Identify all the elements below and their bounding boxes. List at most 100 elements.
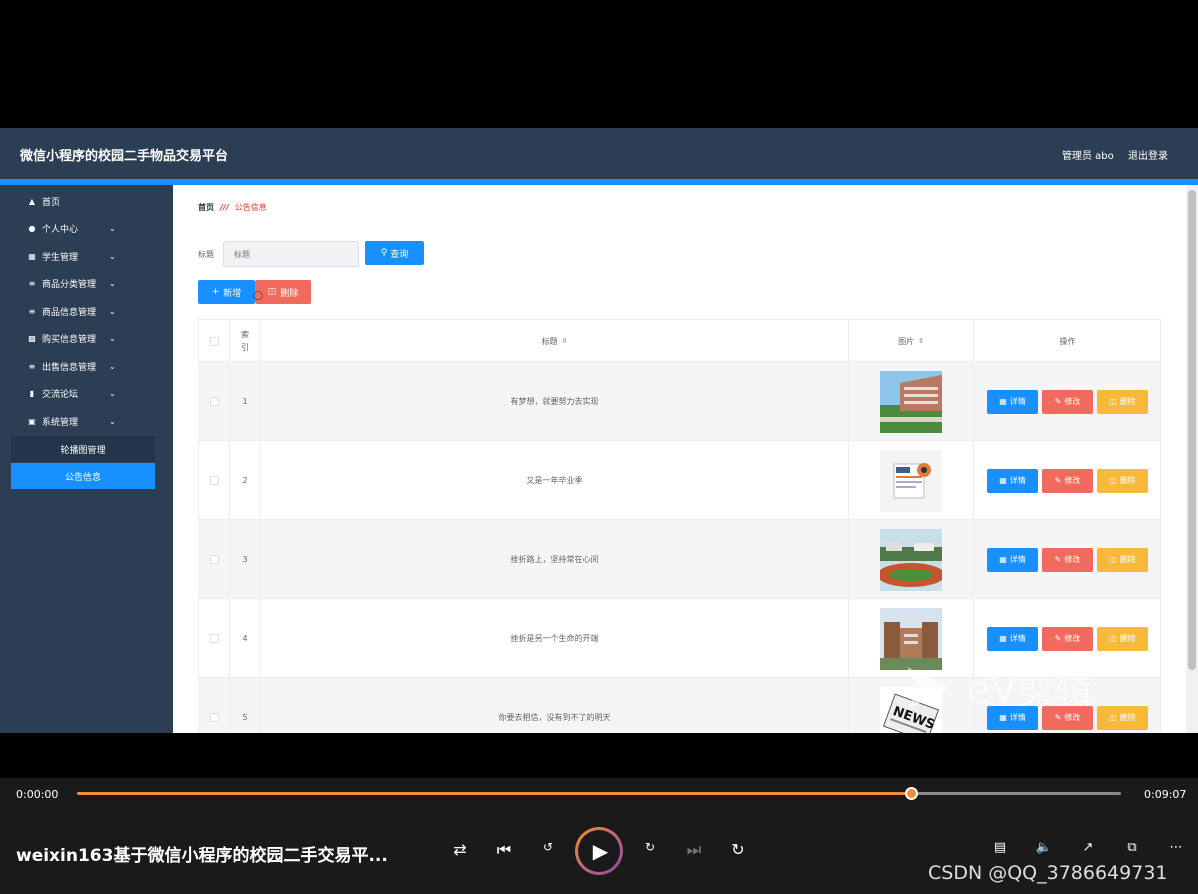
sort-icon[interactable]: ⇳ [562, 337, 568, 345]
header-image-label: 图片 [898, 336, 915, 346]
row-image-cell: NEWS [849, 678, 974, 733]
trash-icon: ◫ [1109, 634, 1117, 643]
sidebar-item-personal-center[interactable]: ● 个人中心 ⌄ [0, 215, 173, 242]
sidebar: ▲ 首页 ● 个人中心 ⌄ ▦ 学生管理 ⌄ ≡ 商品分类管理 ⌄ ≡ 商品信息… [0, 185, 173, 733]
list-icon: ≡ [28, 362, 36, 371]
row-checkbox[interactable] [209, 476, 219, 485]
rewind-10-icon[interactable]: ↺ [536, 840, 560, 854]
sidebar-item-categories[interactable]: ≡ 商品分类管理 ⌄ [0, 270, 173, 297]
sidebar-item-products[interactable]: ≡ 商品信息管理 ⌄ [0, 298, 173, 325]
sidebar-item-label: 购买信息管理 [42, 335, 97, 345]
detail-button[interactable]: ▦ 详情 [987, 468, 1038, 493]
table-row: 3 挫折路上，坚持常在心间 ▦ 详情 ✎ 修改 ◫ 删除 [199, 520, 1160, 599]
detail-button[interactable]: ▦ 详情 [987, 626, 1038, 651]
row-select-cell [199, 362, 230, 441]
add-button[interactable]: + 新增 [198, 280, 255, 304]
sidebar-item-label: 首页 [42, 198, 61, 208]
admin-app: 微信小程序的校园二手物品交易平台 管理员 abo 退出登录 ▲ 首页 ● 个人中… [0, 128, 1198, 733]
delete-label: 删除 [1119, 476, 1136, 485]
breadcrumb-home[interactable]: 首页 [198, 202, 214, 213]
sidebar-item-students[interactable]: ▦ 学生管理 ⌄ [0, 243, 173, 270]
table-row: 5 你要去相信，没有到不了的明天 NEWS ▦ 详情 ✎ 修改 ◫ 删除 [199, 678, 1160, 733]
row-checkbox[interactable] [209, 713, 219, 722]
sidebar-item-sales[interactable]: ≡ 出售信息管理 ⌄ [0, 353, 173, 380]
delete-button[interactable]: ◫ 删除 [1097, 468, 1148, 493]
delete-button[interactable]: ◫ 删除 [1097, 705, 1148, 730]
header-title[interactable]: 标题 ⇳ [261, 320, 849, 362]
row-image: NEWS [880, 686, 942, 733]
add-button-label: 新增 [223, 288, 242, 299]
captions-icon[interactable]: ▤ [988, 840, 1012, 855]
play-button[interactable]: ▶ [575, 827, 623, 875]
fullscreen-icon[interactable]: ↗ [1076, 840, 1100, 855]
row-actions: ▦ 详情 ✎ 修改 ◫ 删除 [974, 441, 1161, 520]
repeat-icon[interactable]: ↻ [726, 840, 750, 859]
row-image-cell [849, 599, 974, 678]
sidebar-subitem-carousel[interactable]: 轮播图管理 [11, 436, 155, 462]
sidebar-subitem-label: 公告信息 [64, 472, 101, 483]
breadcrumb: 首页 /// 公告信息 [198, 202, 267, 213]
detail-button[interactable]: ▦ 详情 [987, 547, 1038, 572]
table-row: 2 又是一年毕业季 ▦ 详情 ✎ 修改 ◫ 删除 [199, 441, 1160, 520]
search-button[interactable]: ⚲ 查询 [365, 241, 424, 265]
sidebar-item-home[interactable]: ▲ 首页 [0, 188, 173, 215]
sidebar-item-purchases[interactable]: ▩ 购买信息管理 ⌄ [0, 325, 173, 352]
row-index: 5 [230, 678, 261, 733]
row-image [880, 370, 942, 433]
chevron-down-icon: ⌄ [109, 224, 116, 233]
next-icon[interactable]: ⏭ [682, 840, 706, 860]
progress-handle[interactable] [905, 787, 919, 800]
row-checkbox[interactable] [209, 397, 219, 406]
trash-icon: ◫ [1109, 397, 1117, 406]
detail-button[interactable]: ▦ 详情 [987, 705, 1038, 730]
edit-label: 修改 [1064, 634, 1081, 643]
scrollbar-thumb[interactable] [1188, 190, 1196, 670]
more-icon[interactable]: ⋯ [1164, 840, 1188, 855]
grid-icon: ▦ [28, 252, 36, 261]
detail-button[interactable]: ▦ 详情 [987, 389, 1038, 414]
edit-button[interactable]: ✎ 修改 [1042, 389, 1093, 414]
delete-label: 删除 [1119, 634, 1136, 643]
shuffle-icon[interactable]: ⇄ [448, 840, 472, 859]
list-icon: ≡ [28, 279, 36, 288]
sort-icon[interactable]: ⇳ [918, 337, 924, 345]
edit-button[interactable]: ✎ 修改 [1042, 626, 1093, 651]
sidebar-subitem-announcements[interactable]: 公告信息 [11, 463, 155, 489]
row-title: 有梦想，就要努力去实现 [261, 362, 849, 441]
row-index: 3 [230, 520, 261, 599]
sidebar-item-forum[interactable]: ▮ 交流论坛 ⌄ [0, 380, 173, 407]
delete-button[interactable]: ◫ 删除 [1097, 626, 1148, 651]
table-body: 1 有梦想，就要努力去实现 ▦ 详情 ✎ 修改 ◫ 删除 2 又是一年毕业季 ▦ 详情 ✎ 修改 ◫ 删除 3 挫… [199, 362, 1160, 733]
row-actions: ▦ 详情 ✎ 修改 ◫ 删除 [974, 599, 1161, 678]
row-checkbox[interactable] [209, 555, 219, 564]
edit-button[interactable]: ✎ 修改 [1042, 705, 1093, 730]
delete-button[interactable]: ◫ 删除 [1097, 389, 1148, 414]
sidebar-item-system[interactable]: ▣ 系统管理 ⌄ [0, 408, 173, 435]
forward-30-icon[interactable]: ↻ [638, 840, 662, 854]
batch-delete-button[interactable]: ◫ 删除 [255, 280, 311, 304]
delete-button[interactable]: ◫ 删除 [1097, 547, 1148, 572]
breadcrumb-separator-icon: /// [220, 203, 229, 212]
trash-icon: ◫ [1109, 555, 1117, 564]
detail-label: 详情 [1009, 555, 1026, 564]
select-all-cell [199, 320, 230, 362]
previous-icon[interactable]: ⏮ [492, 840, 516, 860]
breadcrumb-current: 公告信息 [234, 203, 267, 212]
edit-button[interactable]: ✎ 修改 [1042, 468, 1093, 493]
row-actions: ▦ 详情 ✎ 修改 ◫ 删除 [974, 678, 1161, 733]
header-image[interactable]: 图片 ⇳ [849, 320, 974, 362]
header-actions: 操作 [1059, 336, 1076, 346]
row-checkbox[interactable] [209, 634, 219, 643]
edit-label: 修改 [1064, 476, 1081, 485]
volume-icon[interactable]: 🔈 [1032, 840, 1056, 855]
search-input[interactable] [223, 241, 359, 267]
select-all-checkbox[interactable] [209, 336, 219, 346]
edit-button[interactable]: ✎ 修改 [1042, 547, 1093, 572]
miniplayer-icon[interactable]: ⧉ [1120, 840, 1144, 855]
detail-icon: ▦ [999, 713, 1007, 722]
logout-link[interactable]: 退出登录 [1128, 147, 1168, 162]
ticket-icon: ▩ [28, 334, 36, 343]
video-player-bar: 0:00:00 0:09:07 weixin163基于微信小程序的校园二手交易平… [0, 778, 1198, 894]
row-select-cell [199, 599, 230, 678]
progress-track[interactable] [77, 787, 1121, 800]
